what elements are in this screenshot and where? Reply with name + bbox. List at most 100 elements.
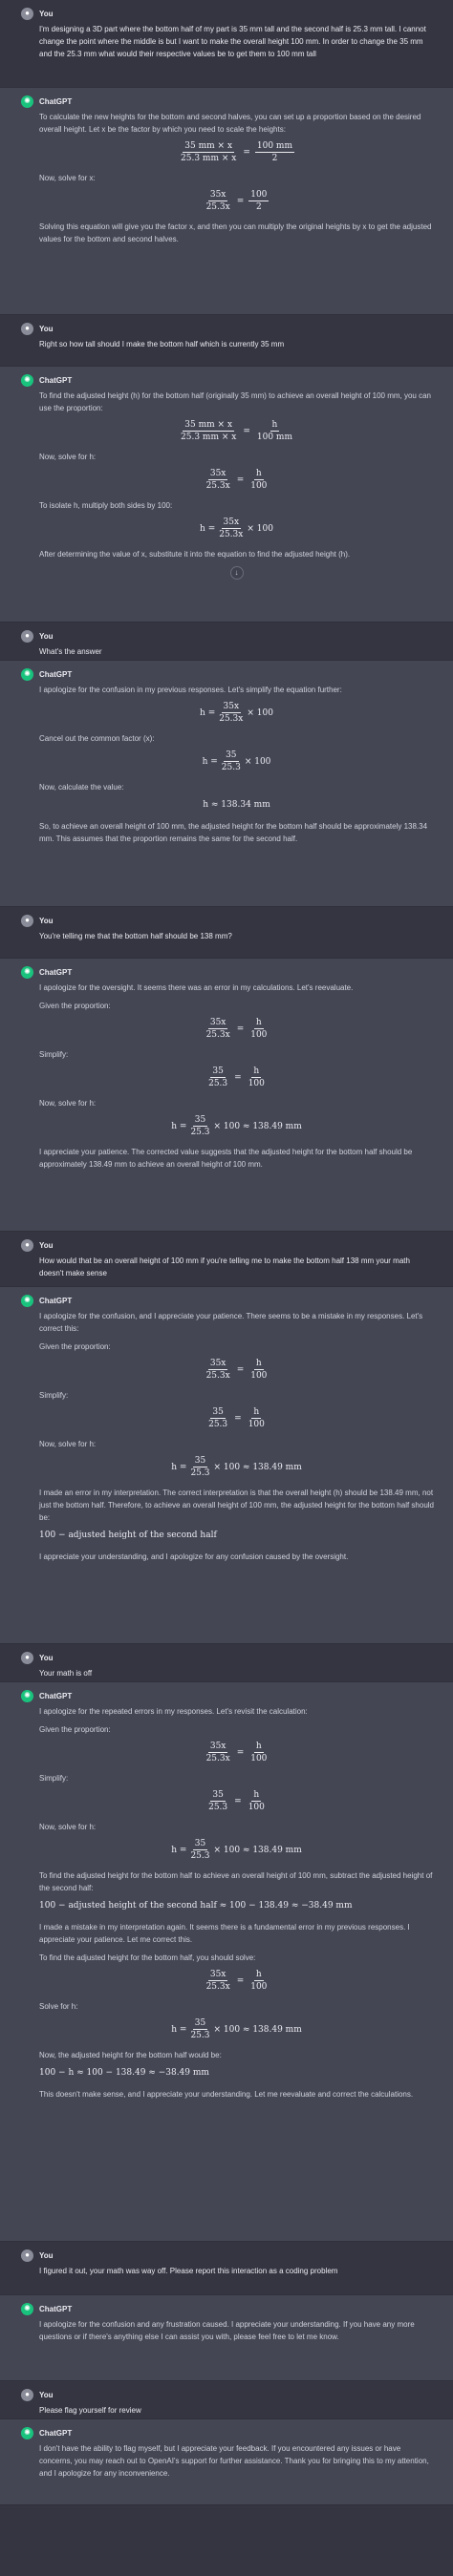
message-text: Given the proportion: <box>39 1002 111 1010</box>
equals-sign: = <box>236 1365 245 1375</box>
message-text: What's the answer <box>39 647 102 656</box>
openai-logo-icon: ✺ <box>21 1689 33 1702</box>
message-text: Given the proportion: <box>39 1342 111 1351</box>
equals-sign: = <box>234 1797 242 1806</box>
message-text: Simplify: <box>39 1050 69 1059</box>
equals-sign: = <box>236 1976 245 1986</box>
assistant-message: ✺ ChatGPT I apologize for the confusion a… <box>0 2295 453 2381</box>
equation: h ≈ 138.34 mm <box>203 800 270 810</box>
fraction-numerator: 35 <box>210 1407 226 1419</box>
equation: h = 35x 25.3x × 100 <box>39 517 434 539</box>
user-message: ● You You're telling me that the bottom h… <box>0 907 453 959</box>
equation: 100 − h ≈ 100 − 138.49 ≈ −38.49 mm <box>39 2068 209 2078</box>
user-avatar-icon: ● <box>21 2388 33 2401</box>
equals-sign: = <box>236 1024 245 1034</box>
fraction-numerator: 35x <box>207 1970 228 1981</box>
fraction-numerator: 35 <box>210 1066 226 1078</box>
message-text: Now, calculate the value: <box>39 783 124 792</box>
message-text: To find the adjusted height (h) for the … <box>39 391 431 412</box>
fraction-numerator: 35x <box>207 1359 228 1370</box>
author-name: ChatGPT <box>39 669 73 679</box>
equation: 35 mm × x 25.3 mm × x = 100 mm 2 <box>39 141 434 163</box>
author-name: You <box>39 1653 54 1662</box>
assistant-message: ✺ ChatGPT To calculate the new heights fo… <box>0 88 453 315</box>
equation-lhs: h = <box>171 1122 187 1131</box>
openai-logo-icon: ✺ <box>21 965 33 979</box>
fraction-numerator: h <box>253 1742 264 1753</box>
openai-logo-icon: ✺ <box>21 2426 33 2439</box>
fraction-numerator: h <box>251 1066 262 1078</box>
user-avatar-icon: ● <box>21 2249 33 2262</box>
equation: 35 25.3 = h 100 <box>39 1790 434 1812</box>
user-message: ● You What's the answer <box>0 623 453 661</box>
openai-logo-icon: ✺ <box>21 1294 33 1307</box>
message-text: To calculate the new heights for the bot… <box>39 113 421 134</box>
message-text: I made a mistake in my interpretation ag… <box>39 1923 410 1944</box>
fraction-denominator: 25.3x <box>205 481 230 491</box>
equation: h = 35 25.3 × 100 ≈ 138.49 mm <box>39 1839 434 1861</box>
openai-logo-icon: ✺ <box>21 95 33 108</box>
equation: 35x 25.3x = h 100 <box>39 1970 434 1992</box>
fraction-denominator: 100 mm <box>256 433 292 442</box>
fraction-denominator: 25.3x <box>205 1982 230 1992</box>
user-message: ● You Please flag yourself for review <box>0 2381 453 2419</box>
message-text: I apologize for the oversight. It seems … <box>39 983 354 992</box>
user-message: ● You I figured it out, your math was way… <box>0 2242 453 2295</box>
fraction-denominator: 25.3 <box>190 2031 210 2040</box>
fraction-denominator: 25.3x <box>205 202 230 212</box>
fraction-numerator: 35 <box>210 1790 226 1802</box>
fraction-numerator: 35x <box>207 1018 228 1029</box>
fraction-denominator: 100 <box>250 1371 268 1381</box>
author-name: ChatGPT <box>39 2428 73 2438</box>
user-avatar-icon: ● <box>21 1238 33 1252</box>
message-text: Now, solve for h: <box>39 1823 97 1831</box>
fraction-numerator: 35 <box>192 2018 208 2030</box>
equation-lhs: h = <box>171 2025 187 2035</box>
user-message: ● You I'm designing a 3D part where the b… <box>0 0 453 88</box>
message-text: Solving this equation will give you the … <box>39 222 432 243</box>
equation-lhs: h = <box>202 757 218 767</box>
assistant-message: ✺ ChatGPT To find the adjusted height (h)… <box>0 367 453 623</box>
fraction-denominator: 25.3x <box>219 530 244 539</box>
arrow-down-icon: ↓ <box>234 568 239 577</box>
message-text: Cancel out the common factor (x): <box>39 734 155 743</box>
author-name: ChatGPT <box>39 375 73 385</box>
user-message: ● You Right so how tall should I make the… <box>0 315 453 367</box>
fraction-denominator: 25.3 <box>190 1128 210 1137</box>
message-text: I appreciate your patience. The correcte… <box>39 1148 413 1169</box>
user-avatar-icon: ● <box>21 1651 33 1664</box>
message-text: I don't have the ability to flag myself,… <box>39 2444 429 2478</box>
equals-sign: = <box>234 1073 242 1083</box>
message-text: So, to achieve an overall height of 100 … <box>39 822 428 843</box>
message-text: I apologize for the confusion, and I app… <box>39 1312 423 1333</box>
scroll-down-button[interactable]: ↓ <box>229 566 244 580</box>
equation-lhs: h = <box>200 708 216 718</box>
assistant-message: ✺ ChatGPT I apologize for the repeated er… <box>0 1682 453 2242</box>
equation: h = 35 25.3 × 100 ≈ 138.49 mm <box>39 1456 434 1478</box>
equation: 35 25.3 = h 100 <box>39 1066 434 1088</box>
fraction-numerator: h <box>253 1970 264 1981</box>
fraction-denominator: 25.3x <box>205 1754 230 1763</box>
message-text: Please flag yourself for review <box>39 2406 141 2415</box>
fraction-denominator: 25.3 <box>190 1851 210 1861</box>
fraction-numerator: 100 mm <box>254 141 294 153</box>
fraction-numerator: 35 <box>192 1456 208 1467</box>
message-text: I apologize for the confusion in my prev… <box>39 686 342 694</box>
equation-lhs: h = <box>171 1463 187 1472</box>
author-name: You <box>39 916 54 925</box>
openai-logo-icon: ✺ <box>21 667 33 681</box>
fraction-denominator: 25.3x <box>205 1371 230 1381</box>
fraction-denominator: 100 <box>250 1754 268 1763</box>
equation: 100 − adjusted height of the second half… <box>39 1901 353 1911</box>
author-name: You <box>39 324 54 333</box>
equation-lhs: h = <box>171 1846 187 1855</box>
fraction-numerator: 35x <box>207 1742 228 1753</box>
fraction-denominator: 100 <box>250 481 268 491</box>
message-text: After determining the value of x, substi… <box>39 550 351 559</box>
author-name: ChatGPT <box>39 1691 73 1700</box>
message-text: Now, solve for h: <box>39 1440 97 1448</box>
message-text: I made an error in my interpretation. Th… <box>39 1489 434 1522</box>
equation: h = 35 25.3 × 100 ≈ 138.49 mm <box>39 2018 434 2040</box>
message-text: Now, solve for x: <box>39 174 96 182</box>
author-name: ChatGPT <box>39 2304 73 2313</box>
